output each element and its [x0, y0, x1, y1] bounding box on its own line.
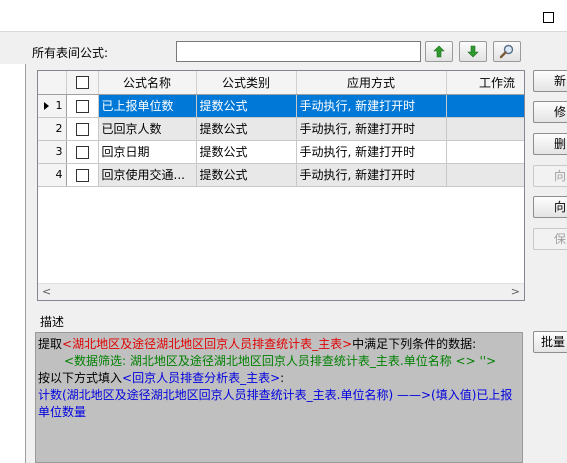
formula-name-cell[interactable]: 已上报单位数	[98, 94, 197, 118]
extract-suffix-text: 中满足下列条件的数据:	[352, 337, 477, 351]
table-row[interactable]: 2 已回京人数 提数公式 手动执行, 新建打开时	[38, 117, 524, 141]
row-checkbox[interactable]	[75, 99, 89, 113]
apply-method-cell[interactable]: 手动执行, 新建打开时	[296, 94, 447, 118]
workflow-cell[interactable]	[446, 163, 524, 187]
formula-name-cell[interactable]: 回京使用交通...	[98, 163, 197, 187]
formula-category-cell[interactable]: 提数公式	[196, 140, 297, 164]
scroll-left-arrow-icon[interactable]: <	[42, 285, 51, 298]
search-magnifier-icon	[499, 44, 514, 59]
row-number: 4	[55, 168, 63, 181]
row-check-cell[interactable]	[66, 117, 99, 141]
left-panel	[0, 64, 26, 463]
apply-method-cell[interactable]: 手动执行, 新建打开时	[296, 140, 447, 164]
workflow-cell[interactable]	[446, 140, 524, 164]
workflow-cell[interactable]	[446, 94, 524, 118]
maximize-icon[interactable]	[543, 12, 554, 23]
description-box: 提取<湖北地区及途径湖北地区回京人员排查统计表_主表>中满足下列条件的数据: <…	[35, 332, 523, 463]
current-row-pointer-icon	[44, 101, 49, 110]
description-label: 描述	[40, 315, 65, 329]
row-checkbox[interactable]	[75, 145, 89, 159]
formula-grid[interactable]: 公式名称 公式类别 应用方式 工作流 1 已上报单位数 提数公式 手动执行, 新…	[37, 70, 525, 301]
column-header-workflow[interactable]: 工作流	[446, 71, 524, 95]
row-check-cell[interactable]	[66, 163, 99, 187]
move-formula-down-button[interactable]: 向	[533, 196, 567, 218]
new-formula-button[interactable]: 新	[533, 70, 567, 92]
row-checkbox[interactable]	[75, 168, 89, 182]
column-header-name[interactable]: 公式名称	[98, 71, 197, 95]
apply-method-cell[interactable]: 手动执行, 新建打开时	[296, 117, 447, 141]
row-number: 3	[55, 145, 63, 158]
edit-formula-button[interactable]: 修	[533, 101, 567, 123]
table-row[interactable]: 4 回京使用交通... 提数公式 手动执行, 新建打开时	[38, 163, 524, 187]
batch-button[interactable]: 批量	[533, 331, 567, 353]
column-header-category[interactable]: 公式类别	[196, 71, 297, 95]
workflow-cell[interactable]	[446, 117, 524, 141]
row-header-corner	[38, 71, 67, 95]
source-table-text: <湖北地区及途径湖北地区回京人员排查统计表_主表>	[62, 337, 353, 351]
row-header[interactable]: 4	[38, 163, 67, 187]
select-all-header[interactable]	[66, 71, 99, 95]
row-checkbox[interactable]	[75, 122, 89, 136]
move-down-button[interactable]	[459, 41, 487, 62]
formula-name-cell[interactable]: 已回京人数	[98, 117, 197, 141]
move-up-button[interactable]	[425, 41, 453, 62]
search-button[interactable]	[493, 41, 521, 62]
formula-search-label: 所有表间公式:	[32, 46, 109, 60]
description-line-extract: 提取<湖北地区及途径湖北地区回京人员排查统计表_主表>中满足下列条件的数据:	[38, 336, 520, 353]
row-number: 2	[55, 122, 63, 135]
row-header[interactable]: 1	[38, 94, 67, 118]
move-formula-up-button[interactable]: 向	[533, 165, 567, 187]
apply-method-cell[interactable]: 手动执行, 新建打开时	[296, 163, 447, 187]
move-down-arrow-icon	[467, 45, 479, 58]
row-check-cell[interactable]	[66, 94, 99, 118]
formula-category-cell[interactable]: 提数公式	[196, 94, 297, 118]
formula-category-cell[interactable]: 提数公式	[196, 117, 297, 141]
row-header[interactable]: 2	[38, 117, 67, 141]
delete-formula-button[interactable]: 删	[533, 133, 567, 155]
fill-suffix-text: :	[280, 371, 285, 385]
select-all-checkbox[interactable]	[75, 76, 89, 90]
horizontal-scrollbar[interactable]: < >	[38, 283, 524, 300]
formula-search-input[interactable]	[176, 41, 421, 62]
description-line-fill: 按以下方式填入<回京人员排查分析表_主表>:	[38, 370, 520, 387]
grid-header-row: 公式名称 公式类别 应用方式 工作流	[38, 71, 524, 95]
column-header-method[interactable]: 应用方式	[296, 71, 447, 95]
move-up-arrow-icon	[433, 45, 445, 58]
filter-condition-text: <数据筛选: 湖北地区及途径湖北地区回京人员排查统计表_主表.单位名称 <> '…	[64, 354, 497, 368]
row-header[interactable]: 3	[38, 140, 67, 164]
fill-expression-text: 计数(湖北地区及途径湖北地区回京人员排查统计表_主表.单位名称) ——>(填入值…	[38, 388, 513, 419]
fill-prefix-text: 按以下方式填入	[38, 371, 123, 385]
table-row[interactable]: 1 已上报单位数 提数公式 手动执行, 新建打开时	[38, 94, 524, 118]
scroll-right-arrow-icon[interactable]: >	[511, 285, 520, 298]
target-table-text: <回京人员排查分析表_主表>	[122, 371, 281, 385]
row-check-cell[interactable]	[66, 140, 99, 164]
formula-category-cell[interactable]: 提数公式	[196, 163, 297, 187]
title-bar	[0, 0, 567, 32]
formula-name-cell[interactable]: 回京日期	[98, 140, 197, 164]
row-number: 1	[55, 99, 63, 112]
table-row[interactable]: 3 回京日期 提数公式 手动执行, 新建打开时	[38, 140, 524, 164]
save-button[interactable]: 保	[533, 228, 567, 250]
extract-prefix-text: 提取	[38, 337, 63, 351]
